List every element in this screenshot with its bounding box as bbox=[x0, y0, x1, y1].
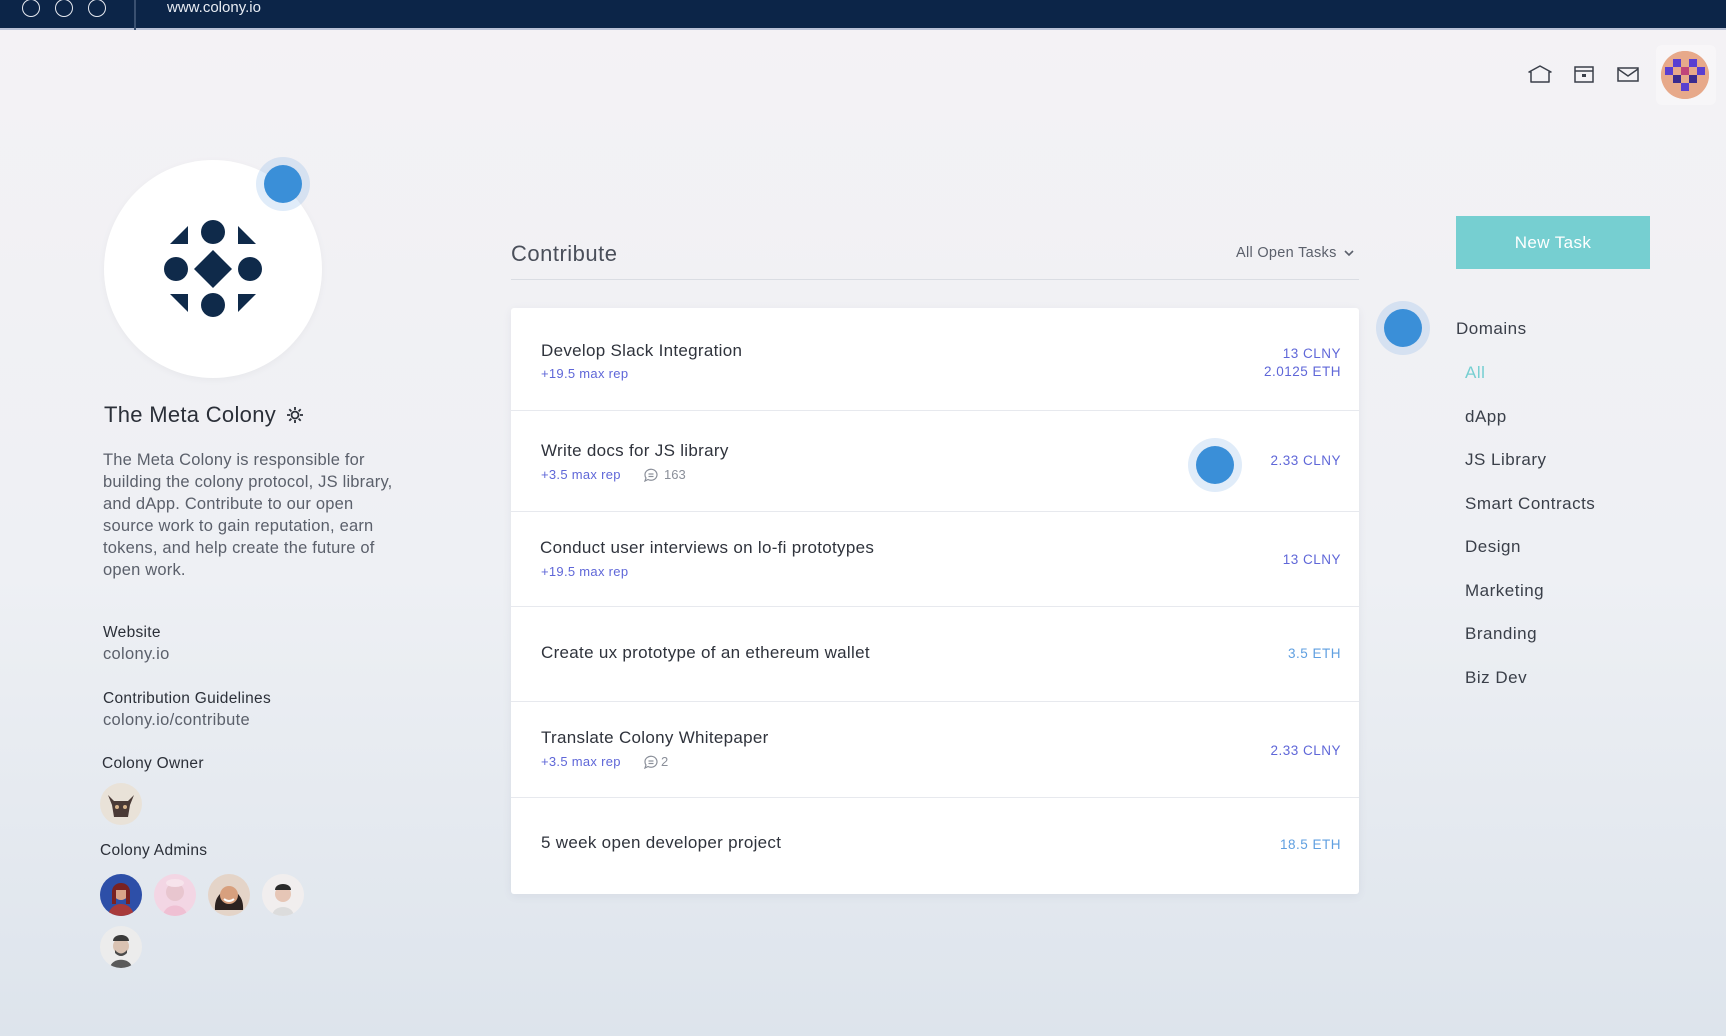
domain-item-dapp[interactable]: dApp bbox=[1465, 407, 1507, 427]
task-filter-dropdown[interactable]: All Open Tasks bbox=[1236, 245, 1337, 261]
task-rep: +19.5 max rep bbox=[541, 564, 629, 579]
admin-avatar[interactable] bbox=[100, 926, 142, 968]
guidelines-link[interactable]: colony.io/contribute bbox=[103, 711, 250, 730]
domain-item-js-library[interactable]: JS Library bbox=[1465, 450, 1547, 470]
address-bar[interactable]: www.colony.io bbox=[167, 0, 261, 15]
task-row[interactable]: Create ux prototype of an ethereum walle… bbox=[511, 607, 1359, 702]
admin-avatar[interactable] bbox=[100, 874, 142, 916]
task-title[interactable]: 5 week open developer project bbox=[541, 833, 781, 853]
window-minimize-button[interactable] bbox=[55, 0, 73, 17]
task-list: Develop Slack Integration +19.5 max rep … bbox=[511, 308, 1359, 894]
task-title[interactable]: Translate Colony Whitepaper bbox=[541, 728, 769, 748]
task-reward: 13 CLNY bbox=[1282, 552, 1341, 567]
task-title[interactable]: Conduct user interviews on lo-fi prototy… bbox=[540, 538, 874, 558]
comment-count: 2 bbox=[661, 754, 669, 769]
task-row[interactable]: Conduct user interviews on lo-fi prototy… bbox=[511, 512, 1359, 607]
domain-item-branding[interactable]: Branding bbox=[1465, 624, 1537, 644]
task-reward: 2.33 CLNY bbox=[1270, 453, 1341, 468]
domains-title: Domains bbox=[1456, 319, 1527, 338]
domain-item-all[interactable]: All bbox=[1465, 363, 1485, 383]
website-link[interactable]: colony.io bbox=[103, 645, 170, 664]
comment-icon bbox=[644, 755, 658, 769]
domain-item-smart-contracts[interactable]: Smart Contracts bbox=[1465, 494, 1595, 514]
colony-description: The Meta Colony is responsible for build… bbox=[103, 451, 393, 579]
tour-hotspot[interactable] bbox=[264, 165, 302, 203]
colony-name: The Meta Colony bbox=[104, 402, 277, 427]
window-maximize-button[interactable] bbox=[88, 0, 106, 17]
wallet-icon[interactable] bbox=[1571, 64, 1597, 84]
task-title[interactable]: Create ux prototype of an ethereum walle… bbox=[541, 643, 870, 663]
owner-label: Colony Owner bbox=[102, 755, 204, 772]
divider bbox=[511, 279, 1359, 280]
task-rep: +19.5 max rep bbox=[541, 366, 629, 381]
task-title[interactable]: Write docs for JS library bbox=[541, 441, 729, 461]
user-avatar[interactable] bbox=[1661, 51, 1709, 99]
new-task-button[interactable]: New Task bbox=[1456, 216, 1650, 269]
task-rep: +3.5 max rep bbox=[541, 754, 621, 769]
task-rep: +3.5 max rep bbox=[541, 467, 621, 482]
owner-avatar[interactable] bbox=[100, 783, 142, 825]
task-reward-secondary: 2.0125 ETH bbox=[1263, 364, 1341, 379]
admin-avatar[interactable] bbox=[208, 874, 250, 916]
tour-hotspot[interactable] bbox=[1196, 446, 1234, 484]
home-icon[interactable] bbox=[1527, 64, 1553, 84]
chevron-down-icon[interactable] bbox=[1343, 248, 1355, 258]
comment-icon bbox=[644, 468, 658, 482]
task-title[interactable]: Develop Slack Integration bbox=[541, 341, 742, 361]
guidelines-label: Contribution Guidelines bbox=[103, 690, 272, 707]
task-row[interactable]: 5 week open developer project 18.5 ETH bbox=[511, 798, 1359, 894]
window-close-button[interactable] bbox=[22, 0, 40, 17]
section-title: Contribute bbox=[511, 241, 618, 266]
admin-avatar[interactable] bbox=[262, 874, 304, 916]
admin-avatar[interactable] bbox=[154, 874, 196, 916]
admins-label: Colony Admins bbox=[100, 842, 208, 859]
task-reward: 3.5 ETH bbox=[1287, 646, 1341, 661]
comment-count: 163 bbox=[664, 467, 686, 482]
divider bbox=[134, 0, 136, 30]
domain-item-biz-dev[interactable]: Biz Dev bbox=[1465, 668, 1527, 688]
mail-icon[interactable] bbox=[1615, 64, 1641, 84]
gear-icon[interactable] bbox=[285, 405, 305, 425]
task-row[interactable]: Develop Slack Integration +19.5 max rep … bbox=[511, 308, 1359, 411]
task-reward: 2.33 CLNY bbox=[1270, 743, 1341, 758]
domain-item-marketing[interactable]: Marketing bbox=[1465, 581, 1544, 601]
task-row[interactable]: Write docs for JS library +3.5 max rep 1… bbox=[511, 411, 1359, 512]
browser-bar: www.colony.io bbox=[0, 0, 1726, 30]
task-row[interactable]: Translate Colony Whitepaper +3.5 max rep… bbox=[511, 702, 1359, 798]
task-reward: 18.5 ETH bbox=[1279, 837, 1341, 852]
domain-item-design[interactable]: Design bbox=[1465, 537, 1521, 557]
website-label: Website bbox=[103, 624, 161, 641]
task-reward: 13 CLNY bbox=[1282, 346, 1341, 361]
tour-hotspot[interactable] bbox=[1384, 309, 1422, 347]
